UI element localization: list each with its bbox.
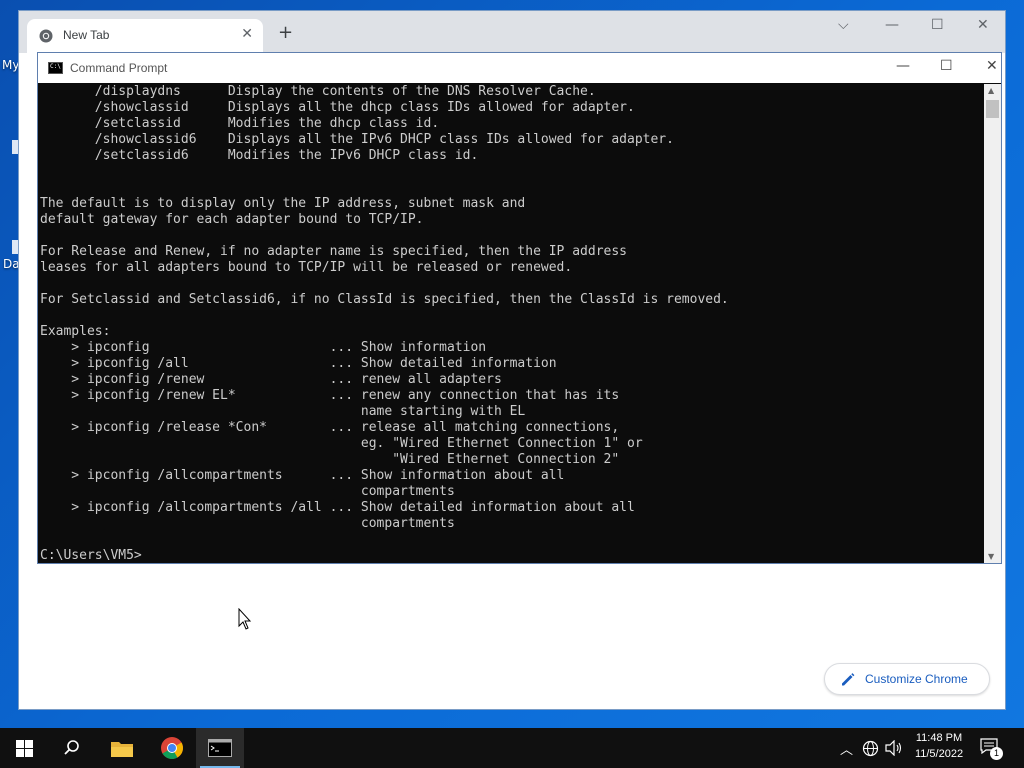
chrome-tabstrip: New Tab ✕ + ⌵ — ☐ ✕ — [19, 11, 1005, 53]
customize-chrome-label: Customize Chrome — [865, 672, 968, 686]
windows-logo-icon — [16, 740, 33, 757]
show-hidden-icons-chevron-icon[interactable]: ︿ — [840, 739, 853, 758]
cmd-output-line: For Release and Renew, if no adapter nam… — [40, 244, 627, 259]
new-tab-button[interactable]: + — [278, 24, 293, 42]
cmd-output-line: > ipconfig ... Show information — [40, 340, 487, 355]
tab-title: New Tab — [63, 28, 110, 42]
cmd-output-line: The default is to display only the IP ad… — [40, 196, 526, 211]
cmd-output-line: /showclassid Displays all the dhcp class… — [40, 100, 635, 115]
tab-close-icon[interactable]: ✕ — [241, 26, 253, 42]
pencil-icon — [842, 673, 855, 686]
chrome-icon — [161, 737, 183, 759]
cmd-output-line: /showclassid6 Displays all the IPv6 DHCP… — [40, 132, 674, 147]
start-button[interactable] — [0, 728, 48, 768]
mouse-cursor-icon — [238, 608, 252, 630]
cmd-close-icon[interactable]: ✕ — [986, 58, 998, 74]
cmd-output-line — [40, 228, 997, 244]
cmd-output-line: > ipconfig /renew ... renew all adapters — [40, 372, 502, 387]
taskbar: ︿ 11:48 PM 11/5/2022 1 — [0, 728, 1024, 768]
cmd-output-line: > ipconfig /all ... Show detailed inform… — [40, 356, 557, 371]
cmd-output-line: default gateway for each adapter bound t… — [40, 212, 424, 227]
clock[interactable]: 11:48 PM 11/5/2022 — [908, 732, 970, 760]
cmd-console[interactable]: /displaydns Display the contents of the … — [39, 84, 997, 563]
desktop-icon-label-my[interactable]: My — [2, 58, 19, 72]
scroll-up-icon[interactable]: ▲ — [988, 86, 994, 95]
cmd-output-line — [40, 180, 997, 196]
cmd-output-line: > ipconfig /allcompartments /all ... Sho… — [40, 500, 635, 515]
clock-time: 11:48 PM — [915, 732, 963, 744]
search-button[interactable] — [48, 728, 96, 768]
cmd-output-line — [40, 164, 997, 180]
minimize-icon[interactable]: — — [885, 17, 899, 33]
command-prompt-window: Command Prompt — ☐ ✕ /displaydns Display… — [37, 52, 1002, 564]
cmd-output: /displaydns Display the contents of the … — [39, 84, 997, 563]
cmd-output-line: > ipconfig /release *Con* ... release al… — [40, 420, 620, 435]
cmd-window-title: Command Prompt — [70, 61, 168, 75]
search-icon — [64, 740, 79, 755]
cmd-taskbar-button[interactable] — [196, 728, 244, 768]
folder-icon — [111, 742, 133, 757]
cmd-titlebar[interactable]: Command Prompt — ☐ ✕ — [38, 53, 1001, 83]
cmd-output-line: > ipconfig /renew EL* ... renew any conn… — [40, 388, 620, 403]
cmd-output-line: /displaydns Display the contents of the … — [40, 84, 596, 99]
cmd-output-line: For Setclassid and Setclassid6, if no Cl… — [40, 292, 729, 307]
action-center-button[interactable]: 1 — [980, 738, 1003, 760]
notification-count-badge: 1 — [990, 747, 1003, 760]
scrollbar-thumb[interactable] — [986, 100, 999, 118]
clock-date: 11/5/2022 — [914, 748, 964, 760]
chrome-favicon-icon — [39, 29, 53, 43]
cmd-output-line: Examples: — [40, 324, 111, 339]
cmd-output-line: compartments — [40, 516, 455, 531]
cmd-output-line — [40, 532, 997, 548]
tab-new-tab[interactable]: New Tab ✕ — [27, 19, 263, 53]
cmd-maximize-icon[interactable]: ☐ — [940, 58, 953, 74]
cmd-scrollbar[interactable]: ▲ ▼ — [984, 84, 1001, 563]
cmd-minimize-icon[interactable]: — — [896, 58, 910, 74]
cmd-output-line: eg. "Wired Ethernet Connection 1" or — [40, 436, 643, 451]
network-globe-icon[interactable] — [862, 740, 879, 757]
cmd-output-line: "Wired Ethernet Connection 2" — [40, 452, 620, 467]
cmd-output-line: name starting with EL — [40, 404, 526, 419]
maximize-icon[interactable]: ☐ — [931, 17, 944, 33]
scroll-down-icon[interactable]: ▼ — [988, 552, 994, 561]
cmd-output-line — [40, 308, 997, 324]
cmd-output-line: compartments — [40, 484, 455, 499]
cmd-output-line: /setclassid6 Modifies the IPv6 DHCP clas… — [40, 148, 479, 163]
speaker-volume-icon[interactable] — [885, 740, 903, 756]
cmd-output-line — [40, 276, 997, 292]
cmd-app-icon — [48, 62, 63, 74]
cmd-output-line: C:\Users\VM5> — [40, 548, 142, 563]
chrome-taskbar-button[interactable] — [148, 728, 196, 768]
close-window-icon[interactable]: ✕ — [977, 17, 989, 33]
command-prompt-icon — [208, 739, 232, 757]
tab-search-icon[interactable]: ⌵ — [838, 17, 849, 33]
cmd-output-line: leases for all adapters bound to TCP/IP … — [40, 260, 573, 275]
customize-chrome-button[interactable]: Customize Chrome — [824, 663, 990, 695]
file-explorer-button[interactable] — [98, 728, 146, 768]
cmd-output-line: /setclassid Modifies the dhcp class id. — [40, 116, 440, 131]
cmd-output-line: > ipconfig /allcompartments ... Show inf… — [40, 468, 565, 483]
